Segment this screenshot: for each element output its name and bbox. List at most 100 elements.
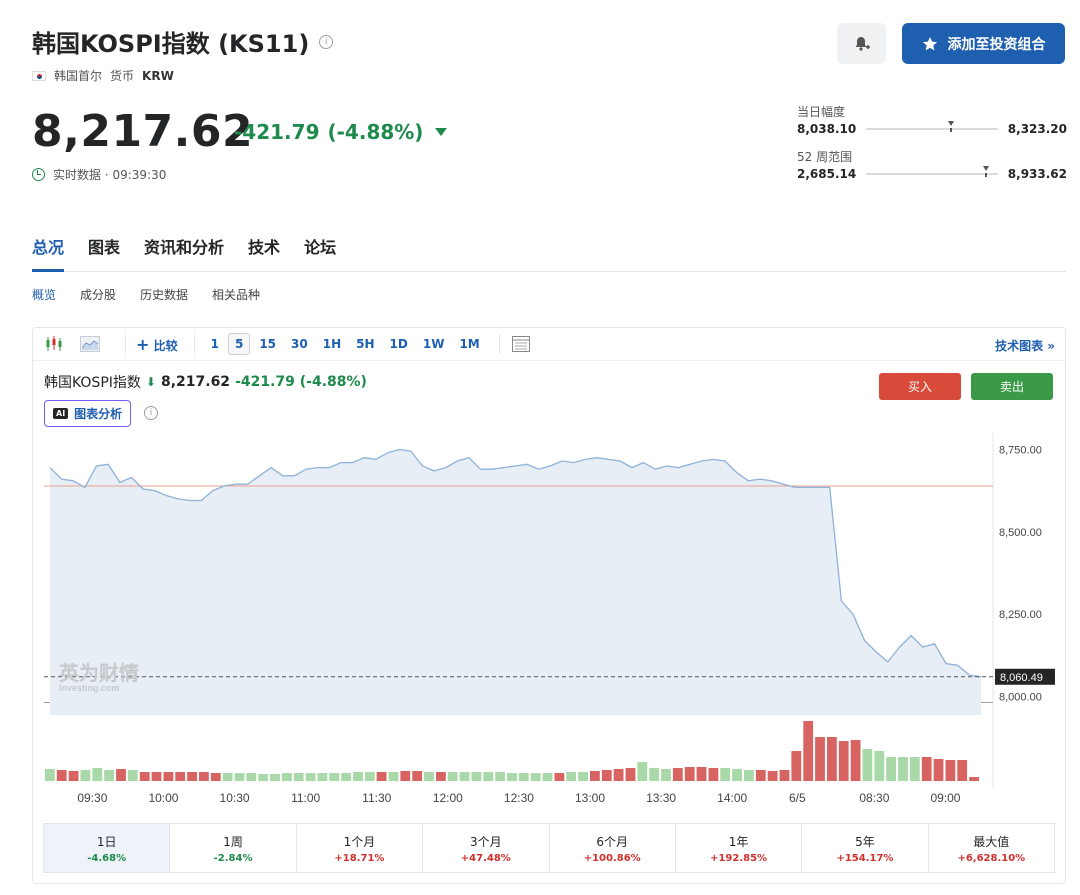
korea-flag-icon [32, 70, 46, 81]
volume-bar [199, 772, 209, 781]
day-range-high: 8,323.20 [1007, 122, 1067, 136]
period-7[interactable]: 最大值 +6,628.10% [929, 824, 1054, 872]
volume-bar [838, 741, 849, 781]
volume-bar [376, 772, 387, 781]
volume-bar [116, 769, 126, 781]
x-tick-label: 11:30 [362, 791, 391, 805]
volume-bar [293, 773, 304, 781]
subtab-summary[interactable]: 概览 [32, 286, 56, 303]
volume-bar [104, 770, 114, 781]
add-to-portfolio-button[interactable]: 添加至投资组合 [902, 23, 1065, 64]
volume-bar [542, 773, 553, 781]
watermark-en: Investing.com [59, 683, 120, 693]
subtab-components[interactable]: 成分股 [80, 286, 116, 303]
period-4[interactable]: 6个月 +100.86% [550, 824, 676, 872]
volume-bar [590, 771, 600, 781]
subtab-historical-data[interactable]: 历史数据 [140, 286, 188, 303]
tab-technical[interactable]: 技术 [248, 232, 280, 272]
info-icon[interactable]: i [319, 34, 334, 49]
change-value: -421.79 [234, 120, 320, 144]
day-range-bar [866, 121, 998, 132]
volume-bar [898, 757, 908, 781]
volume-bar [483, 772, 494, 781]
period-label: 1个月 [343, 834, 376, 849]
volume-bar [554, 773, 565, 781]
x-tick-label: 10:30 [220, 791, 250, 805]
period-change: +192.85% [710, 852, 768, 864]
period-label: 5年 [855, 834, 875, 849]
volume-bar [234, 773, 245, 781]
currency-label: 货币 [110, 69, 135, 83]
tab-forum[interactable]: 论坛 [304, 232, 336, 272]
volume-bar [767, 771, 778, 781]
period-change: +154.17% [836, 852, 894, 864]
period-change: +18.71% [334, 852, 385, 864]
volume-bar [187, 772, 197, 781]
period-label: 1周 [223, 834, 243, 849]
period-6[interactable]: 5年 +154.17% [802, 824, 929, 872]
period-3[interactable]: 3个月 +47.48% [423, 824, 550, 872]
y-tick-label: 8,750.00 [999, 444, 1042, 456]
period-2[interactable]: 1个月 +18.71% [297, 824, 424, 872]
tab-news-analysis[interactable]: 资讯和分析 [144, 232, 224, 272]
period-1[interactable]: 1周 -2.84% [170, 824, 297, 872]
volume-bar [661, 769, 671, 781]
volume-bar [957, 760, 968, 781]
volume-bar [68, 771, 79, 781]
period-label: 1年 [728, 834, 749, 849]
period-change: -2.84% [213, 852, 253, 864]
volume-bar [637, 762, 648, 781]
volume-bar [364, 772, 375, 781]
volume-bar [353, 772, 363, 781]
main-tabs: 总况 图表 资讯和分析 技术 论坛 [32, 232, 1066, 272]
volume-bar [874, 751, 885, 781]
instrument-meta: 韩国首尔 货币 KRW [32, 67, 174, 84]
y-tick-label: 8,250.00 [999, 609, 1042, 621]
volume-bar [530, 773, 541, 781]
subtab-related[interactable]: 相关品种 [212, 286, 260, 303]
bell-plus-icon [855, 36, 870, 51]
x-tick-label: 08:30 [859, 791, 889, 805]
volume-bar [945, 760, 956, 781]
y-tick-label: 8,500.00 [999, 527, 1042, 539]
day-range-label: 当日幅度 [797, 105, 846, 119]
volume-bar [222, 773, 233, 781]
period-label: 1日 [96, 834, 117, 849]
clock-icon [32, 168, 45, 181]
volume-bar [447, 772, 458, 781]
x-tick-label: 09:30 [77, 791, 107, 805]
volume-bar [56, 770, 67, 781]
x-tick-label: 14:00 [717, 791, 747, 805]
volume-bar [744, 770, 754, 781]
volume-bar [424, 772, 434, 781]
volume-bar [803, 721, 814, 781]
alert-button[interactable] [837, 23, 886, 64]
currency-code: KRW [142, 68, 174, 83]
volume-bar [80, 770, 91, 781]
volume-bar [436, 772, 446, 781]
x-tick-label: 12:30 [504, 791, 534, 805]
tab-overview[interactable]: 总况 [32, 232, 65, 272]
chart-panel: + 比较 1 5 15 30 1H 5H 1D 1W 1M 技术图表 » 韩国K… [32, 327, 1066, 884]
volume-bar [755, 770, 766, 781]
performance-periods: 1日 -4.68% 1周 -2.84% 1个月 +18.71% 3个月 +47.48% 6个月 +… [43, 823, 1055, 873]
period-0[interactable]: 1日 -4.68% [44, 824, 171, 872]
tab-chart[interactable]: 图表 [88, 232, 120, 272]
period-change: +47.48% [460, 852, 511, 864]
volume-bar [886, 757, 896, 781]
price-chart[interactable]: 8,750.00 8,500.00 8,250.00 8,000.00 8,060.49… [33, 328, 1065, 820]
week52-range-label: 52 周范围 [797, 150, 853, 164]
week52-range: 52 周范围 2,685.14 8,933.62 [797, 148, 1067, 181]
volume-bar [862, 749, 873, 781]
volume-bar [566, 772, 577, 781]
period-5[interactable]: 1年 +192.85% [676, 824, 803, 872]
watermark-cn: 英为财情 [59, 661, 139, 685]
volume-bar [779, 770, 790, 781]
volume-bar [708, 768, 719, 781]
x-tick-label: 13:00 [575, 791, 605, 805]
volume-bar [45, 769, 55, 781]
volume-bar [305, 773, 316, 781]
volume-bar [270, 774, 280, 781]
volume-bar [720, 768, 731, 781]
x-tick-label: 10:00 [148, 791, 178, 805]
